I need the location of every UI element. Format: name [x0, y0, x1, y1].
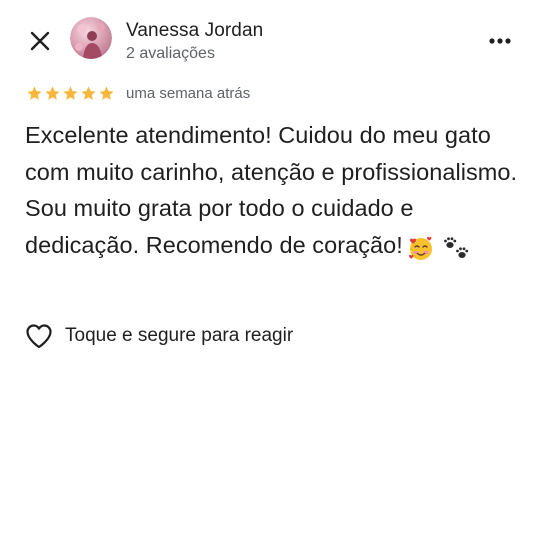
- review-body: Excelente atendimento! Cuidou do meu gat…: [25, 117, 525, 265]
- review-time: uma semana atrás: [126, 84, 251, 102]
- react-button[interactable]: Toque e segure para reagir: [25, 321, 293, 351]
- star-icon: [27, 85, 42, 100]
- star-icon: [45, 85, 60, 100]
- paw-prints-icon: [444, 237, 469, 258]
- avatar[interactable]: [70, 17, 112, 59]
- review-header: Vanessa Jordan 2 avaliações: [0, 0, 540, 80]
- reviewer-review-count: 2 avaliações: [126, 45, 215, 62]
- star-icon: [81, 85, 96, 100]
- close-button[interactable]: [25, 26, 55, 56]
- review-dialog: Vanessa Jordan 2 avaliações uma semana a…: [0, 0, 540, 540]
- more-options-button[interactable]: [484, 26, 516, 56]
- review-emojis: [407, 228, 472, 265]
- smiling-face-with-hearts-icon: [408, 236, 432, 260]
- star-rating: [26, 85, 115, 102]
- heart-outline-icon: [25, 322, 53, 350]
- close-icon: [30, 31, 50, 51]
- reviewer-name[interactable]: Vanessa Jordan: [126, 20, 263, 42]
- star-icon: [63, 85, 78, 100]
- more-vertical-icon: [489, 38, 511, 44]
- avatar-image: [70, 17, 112, 59]
- react-label: Toque e segure para reagir: [65, 325, 294, 346]
- star-icon: [99, 85, 114, 100]
- rating-row: uma semana atrás: [26, 83, 250, 103]
